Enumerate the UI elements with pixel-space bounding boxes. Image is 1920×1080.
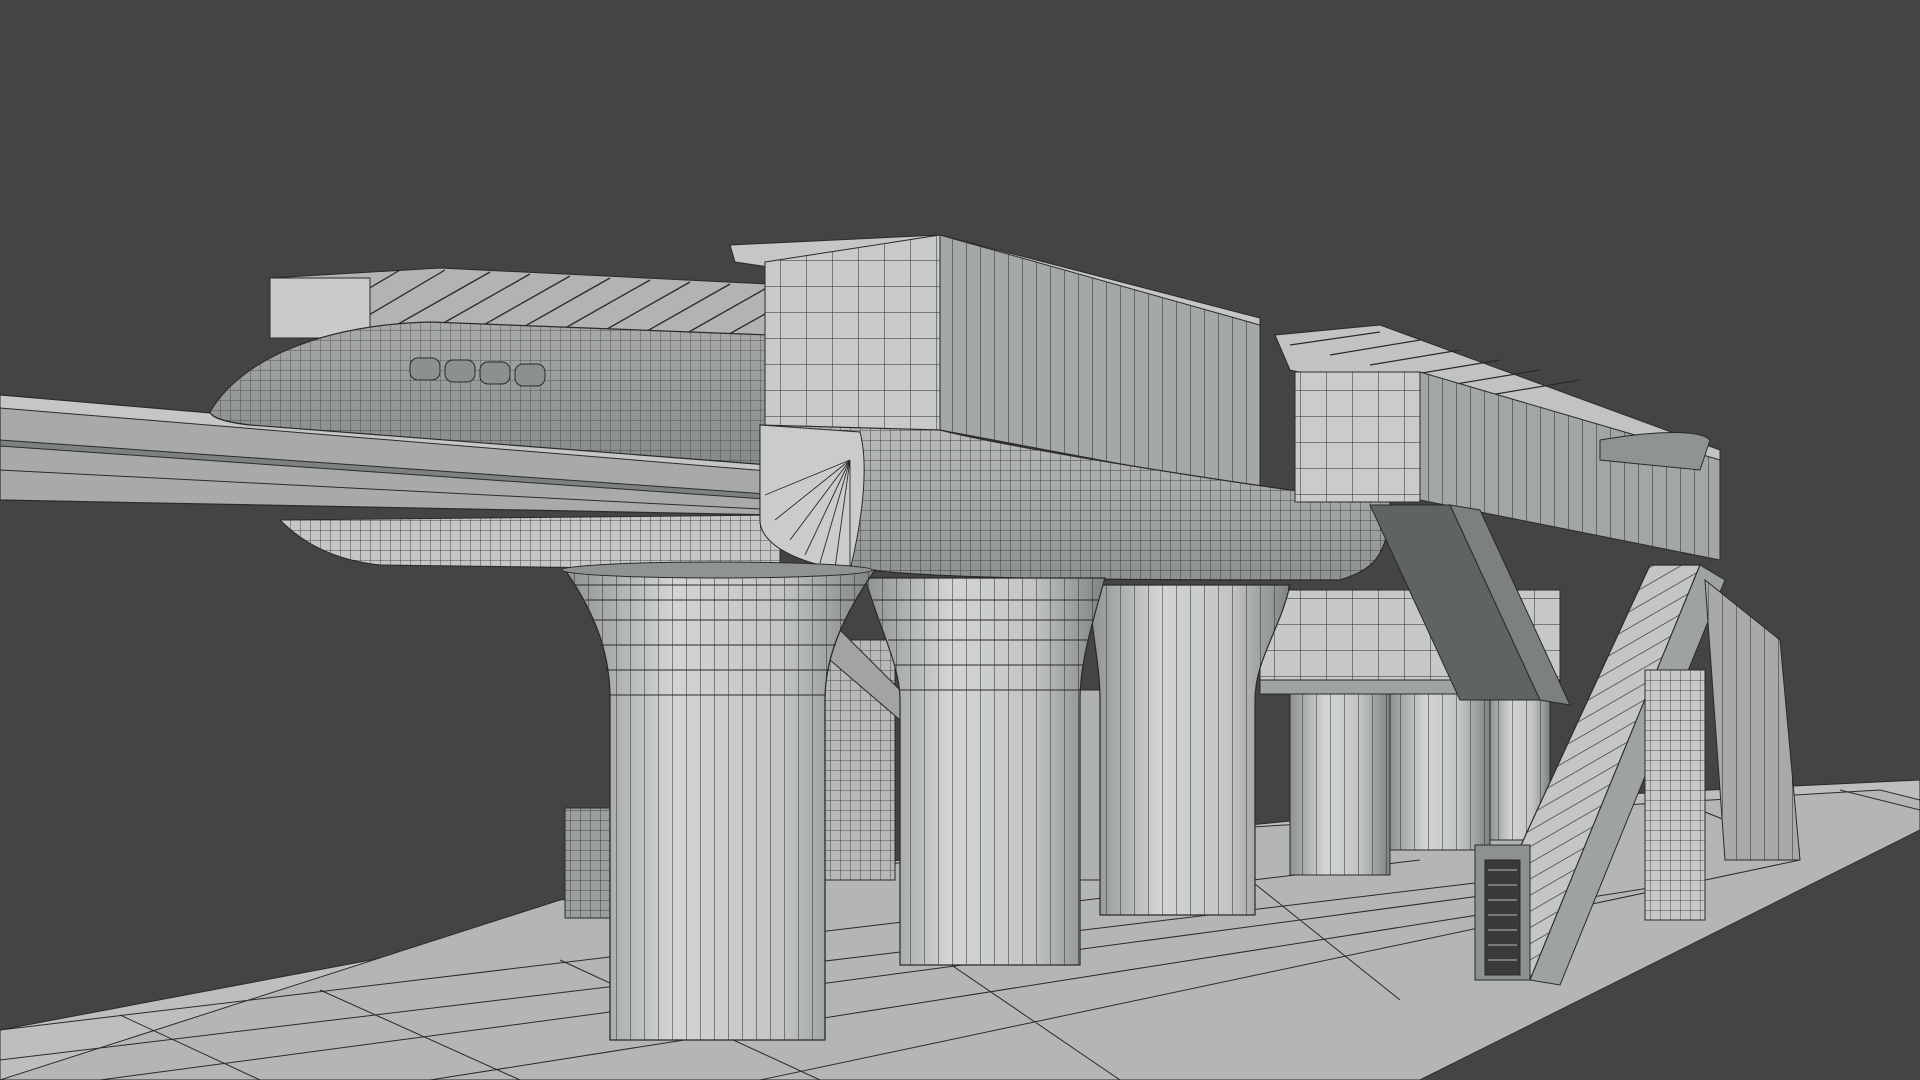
station-main-block	[729, 234, 1391, 581]
3d-viewport[interactable]	[0, 0, 1920, 1080]
monorail-station-wireframe-render	[0, 234, 1920, 1080]
